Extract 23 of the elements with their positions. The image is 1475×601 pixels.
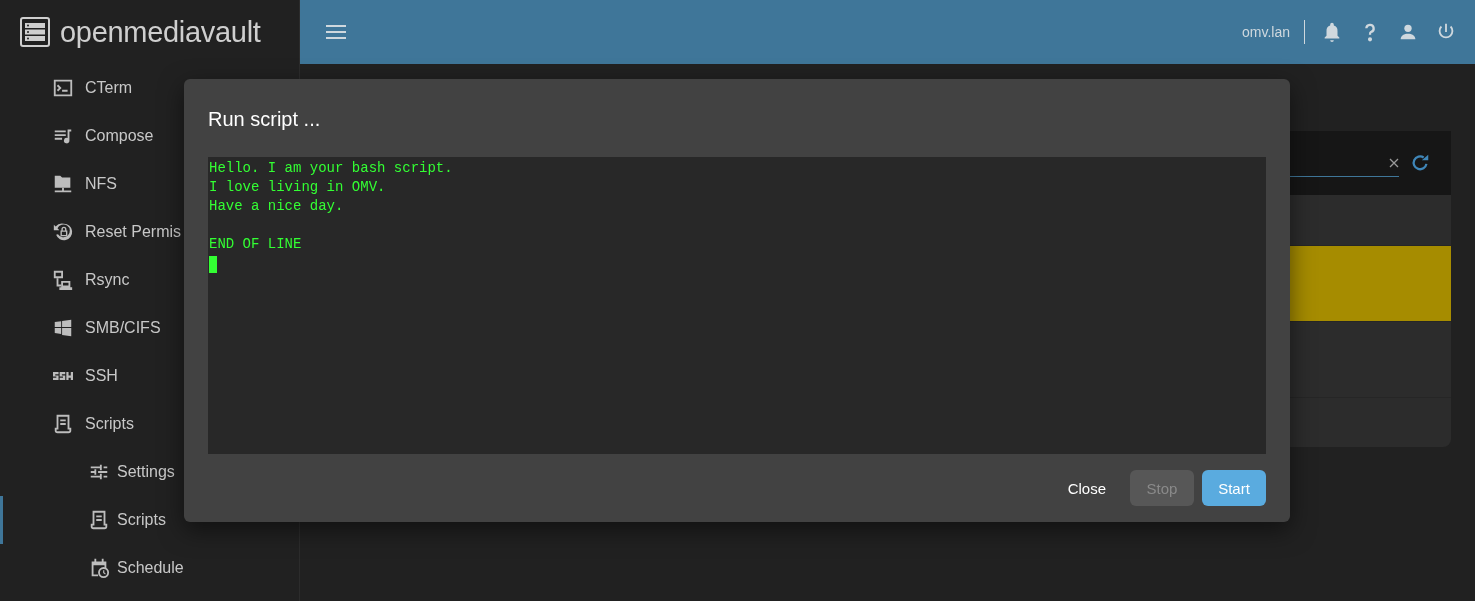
- sidebar-item[interactable]: SSH: [0, 352, 299, 400]
- hostname: omv.lan: [1242, 20, 1305, 44]
- menu-icon[interactable]: [326, 25, 346, 39]
- terminal-output: Hello. I am your bash script. I love living in OMV. Have a nice day. END OF LINE: [209, 159, 453, 254]
- windows-icon: [52, 317, 74, 339]
- close-button[interactable]: Close: [1051, 470, 1122, 506]
- ssh-icon: [53, 372, 73, 380]
- clear-icon[interactable]: [1389, 157, 1399, 168]
- terminal-icon: [52, 77, 74, 99]
- sidebar-item[interactable]: SMB/CIFS: [0, 304, 299, 352]
- logo-icon: [20, 17, 50, 47]
- sidebar-item[interactable]: Schedule: [0, 544, 299, 592]
- script-icon: [52, 413, 74, 435]
- network-icon: [52, 269, 74, 291]
- terminal-cursor: [209, 256, 217, 273]
- sidebar-item[interactable]: Rsync: [0, 256, 299, 304]
- sidebar-item[interactable]: Scripts: [0, 400, 299, 448]
- sidebar-item[interactable]: Settings: [0, 448, 299, 496]
- reset-icon: [52, 221, 74, 243]
- script-icon: [88, 509, 110, 531]
- folder-icon: [52, 173, 74, 195]
- sidebar-item[interactable]: Scripts: [0, 496, 299, 544]
- brand-name: openmediavault: [60, 15, 261, 49]
